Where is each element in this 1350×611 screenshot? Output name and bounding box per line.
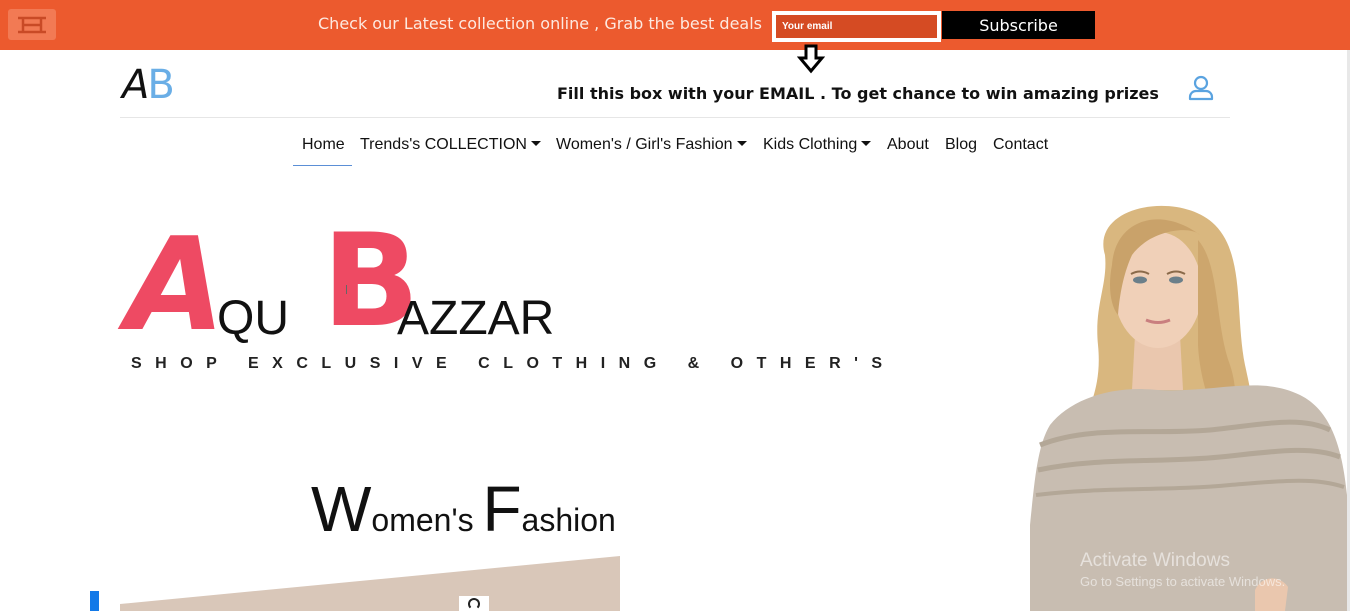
nav-label: Contact [993, 136, 1049, 153]
nav-label: Home [302, 136, 345, 153]
nav-label: Trends's COLLECTION [360, 136, 527, 153]
nav-item-contact[interactable]: Contact [993, 134, 1048, 156]
hero-word-qu: QU [217, 292, 289, 345]
text-cursor [346, 285, 347, 294]
title-rest-f: ashion [521, 502, 616, 538]
windows-watermark-title: Activate Windows [1080, 550, 1230, 571]
nav-label: Blog [945, 136, 978, 153]
promo-bar: Check our Latest collection online , Gra… [0, 0, 1350, 50]
hero-letter-a: A [126, 211, 226, 360]
nav-item-womens-fashion[interactable]: Women's / Girl's Fashion [556, 134, 747, 156]
email-field-frame [772, 11, 941, 42]
nav-item-kids-clothing[interactable]: Kids Clothing [763, 134, 872, 156]
arrow-down-icon [796, 44, 826, 79]
section-title: Women's Fashion [311, 474, 616, 562]
title-cap-f: F [482, 473, 522, 545]
site-logo-icon[interactable] [8, 9, 56, 40]
section-banner-shape [120, 556, 620, 611]
email-hint: Fill this box with your EMAIL . To get c… [557, 84, 1159, 103]
header-divider [120, 117, 1230, 118]
title-rest-w: omen's [371, 502, 483, 538]
side-tab[interactable] [90, 591, 99, 611]
caret-down-icon [736, 141, 747, 146]
nav-item-blog[interactable]: Blog [945, 134, 977, 156]
nav-item-home[interactable]: Home [302, 134, 345, 156]
hero-word-azzar: AZZAR [397, 292, 555, 345]
hero-model-image [1030, 205, 1347, 611]
subscribe-button[interactable]: Subscribe [942, 11, 1095, 39]
nav-label: Kids Clothing [763, 136, 858, 153]
caret-down-icon [861, 141, 872, 146]
brand-letter-a: A [122, 62, 149, 108]
title-cap-w: W [311, 473, 372, 545]
brand-logo[interactable]: AB [122, 62, 175, 108]
promo-message: Check our Latest collection online , Gra… [318, 14, 762, 33]
nav-label: About [887, 136, 929, 153]
brand-letter-b: B [147, 62, 174, 108]
nav-item-trends-collection[interactable]: Trends's COLLECTION [360, 134, 541, 156]
partial-icon [459, 596, 489, 611]
windows-watermark-subtitle: Go to Settings to activate Windows. [1080, 574, 1286, 589]
nav-label: Women's / Girl's Fashion [556, 136, 733, 153]
hero-tagline: SHOP EXCLUSIVE CLOTHING & OTHER'S [131, 355, 896, 372]
caret-down-icon [530, 141, 541, 146]
active-nav-indicator [293, 165, 352, 166]
email-input[interactable] [776, 15, 937, 38]
user-icon[interactable] [1187, 74, 1215, 107]
nav-item-about[interactable]: About [887, 134, 929, 156]
